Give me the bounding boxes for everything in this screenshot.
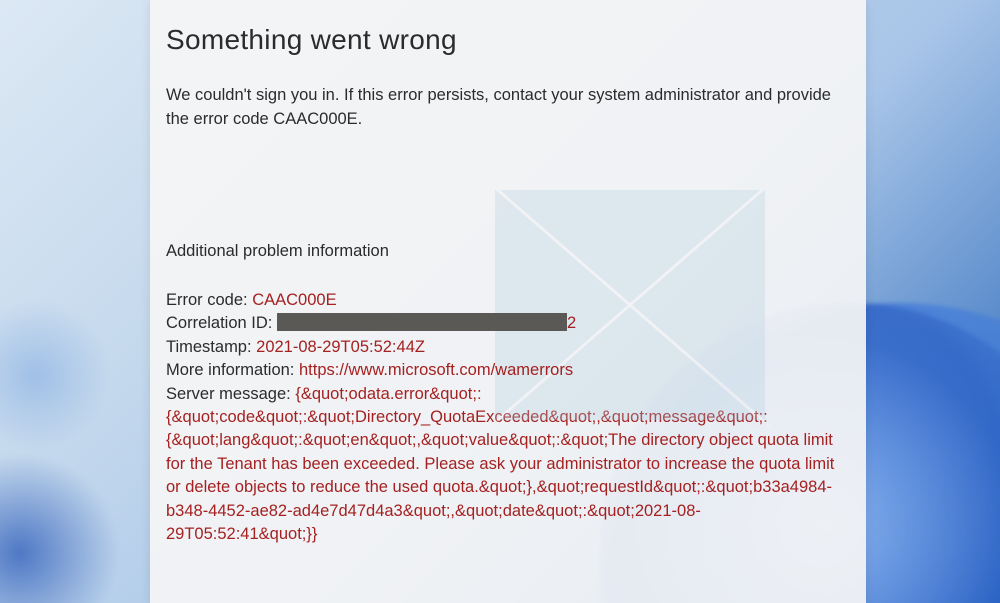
timestamp-label: Timestamp: (166, 338, 256, 356)
correlation-id-label: Correlation ID: (166, 314, 277, 332)
additional-info-label: Additional problem information (166, 242, 850, 261)
correlation-id-redacted (277, 313, 567, 331)
dialog-title: Something went wrong (166, 24, 850, 56)
timestamp-line: Timestamp: 2021-08-29T05:52:44Z (166, 336, 850, 359)
server-message-line: Server message: {&quot;odata.error&quot;… (166, 383, 850, 547)
correlation-id-line: Correlation ID: 2 (166, 312, 850, 335)
error-code-line: Error code: CAAC000E (166, 289, 850, 312)
more-info-line: More information: https://www.microsoft.… (166, 359, 850, 382)
server-message-value: {&quot;odata.error&quot;:{&quot;code&quo… (166, 385, 834, 544)
error-code-label: Error code: (166, 291, 252, 309)
correlation-id-suffix: 2 (567, 314, 576, 332)
dialog-intro-text: We couldn't sign you in. If this error p… (166, 84, 850, 132)
error-code-value: CAAC000E (252, 291, 336, 309)
server-message-label: Server message: (166, 385, 295, 403)
error-dialog: Something went wrong We couldn't sign yo… (150, 0, 866, 603)
more-info-label: More information: (166, 361, 299, 379)
more-info-link[interactable]: https://www.microsoft.com/wamerrors (299, 361, 573, 379)
timestamp-value: 2021-08-29T05:52:44Z (256, 338, 425, 356)
